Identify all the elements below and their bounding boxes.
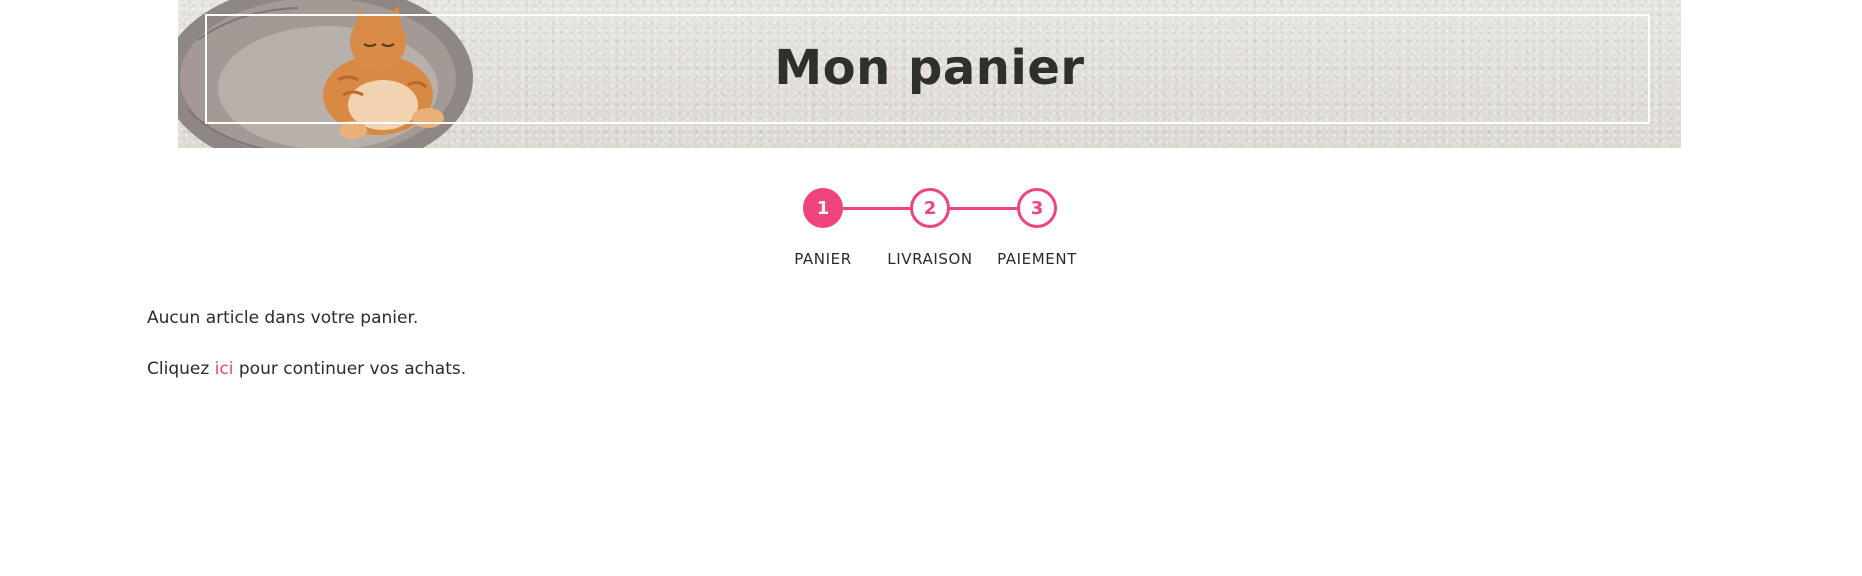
page-title: Mon panier [774,40,1085,96]
page-banner: Mon panier [178,0,1681,148]
step-paiement-indicator[interactable]: 3 [1017,188,1057,228]
continue-shopping-link[interactable]: ici [215,359,234,379]
continue-suffix: pour continuer vos achats. [233,359,467,379]
continue-shopping-text: Cliquez ici pour continuer vos achats. [147,358,466,380]
step-paiement-label: PAIEMENT [997,250,1077,268]
continue-prefix: Cliquez [147,359,215,379]
step-number: 1 [816,197,830,219]
step-number: 2 [923,197,937,219]
empty-cart-message: Aucun article dans votre panier. [147,308,419,328]
step-number: 3 [1030,197,1044,219]
cart-content: Aucun article dans votre panier. Cliquez… [147,307,466,380]
checkout-stepper: 1 2 3 PANIER LIVRAISON PAIEMENT [0,188,1862,268]
step-connector-2-3 [948,207,1020,210]
step-connector-1-2 [841,207,913,210]
step-panier-indicator[interactable]: 1 [803,188,843,228]
step-livraison-indicator[interactable]: 2 [910,188,950,228]
